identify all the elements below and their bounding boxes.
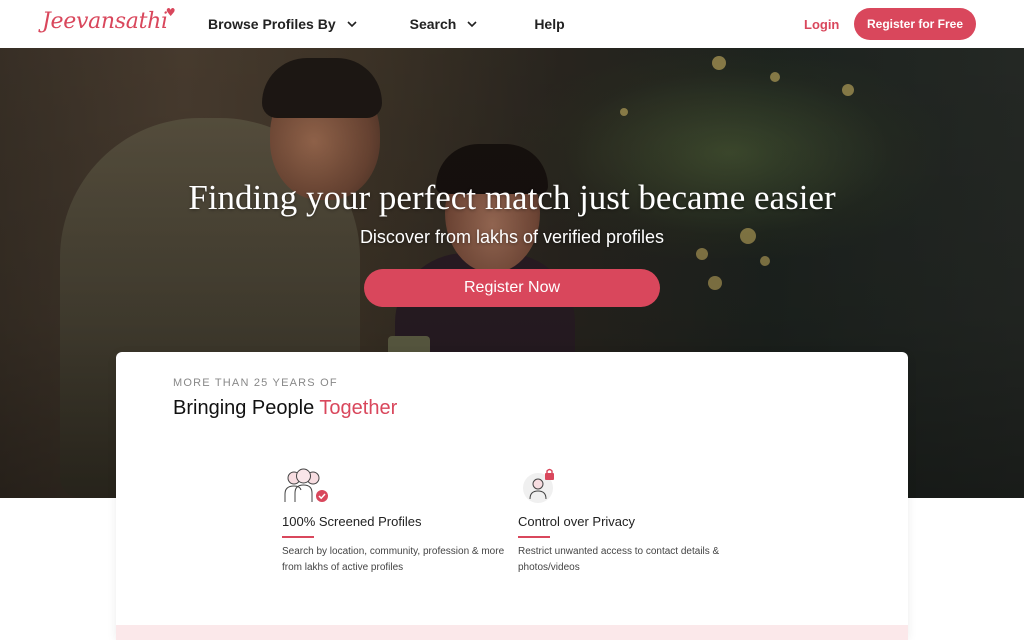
next-section-strip: [116, 625, 908, 640]
nav-help-label: Help: [534, 16, 565, 32]
register-now-button[interactable]: Register Now: [364, 269, 660, 307]
jeevansathi-logo[interactable]: Jeevansathi♥: [42, 6, 177, 34]
features-card: MORE THAN 25 YEARS OF Bringing People To…: [116, 352, 908, 640]
card-kicker: MORE THAN 25 YEARS OF: [173, 377, 338, 389]
hero-subtitle: Discover from lakhs of verified profiles: [359, 227, 665, 247]
nav-browse-profiles[interactable]: Browse Profiles By: [208, 16, 358, 32]
feature-divider: [282, 536, 314, 538]
card-title-accent: Together: [319, 397, 398, 419]
logo-heart-icon: ♥: [165, 6, 176, 19]
feature-privacy-control: Control over Privacy Restrict unwanted a…: [518, 468, 748, 576]
nav-help[interactable]: Help: [534, 16, 564, 32]
nav-search-label: Search: [409, 16, 457, 32]
hero-title: Finding your perfect match just became e…: [188, 178, 836, 217]
feature-screened-profiles: 100% Screened Profiles Search by locatio…: [282, 468, 512, 576]
feature-description: Search by location, community, professio…: [282, 546, 505, 573]
top-header: Jeevansathi♥ Browse Profiles By Search H…: [0, 0, 1024, 48]
privacy-lock-icon: [518, 468, 568, 506]
nav-search[interactable]: Search: [410, 16, 479, 32]
feature-description: Restrict unwanted access to contact deta…: [518, 546, 720, 573]
feature-title: 100% Screened Profiles: [282, 514, 422, 529]
nav-browse-label: Browse Profiles By: [208, 16, 336, 32]
feature-divider: [518, 536, 550, 538]
screened-profiles-icon: [282, 468, 332, 506]
main-nav: Browse Profiles By Search Help: [208, 0, 565, 48]
logo-text: Jeevansathi: [42, 9, 168, 34]
card-title: Bringing People Together: [173, 397, 397, 420]
feature-title: Control over Privacy: [518, 514, 636, 529]
chevron-down-icon: [467, 21, 477, 28]
login-link[interactable]: Login: [804, 17, 839, 32]
register-free-button[interactable]: Register for Free: [854, 8, 976, 40]
card-title-main: Bringing People: [173, 397, 315, 419]
chevron-down-icon: [347, 21, 357, 28]
